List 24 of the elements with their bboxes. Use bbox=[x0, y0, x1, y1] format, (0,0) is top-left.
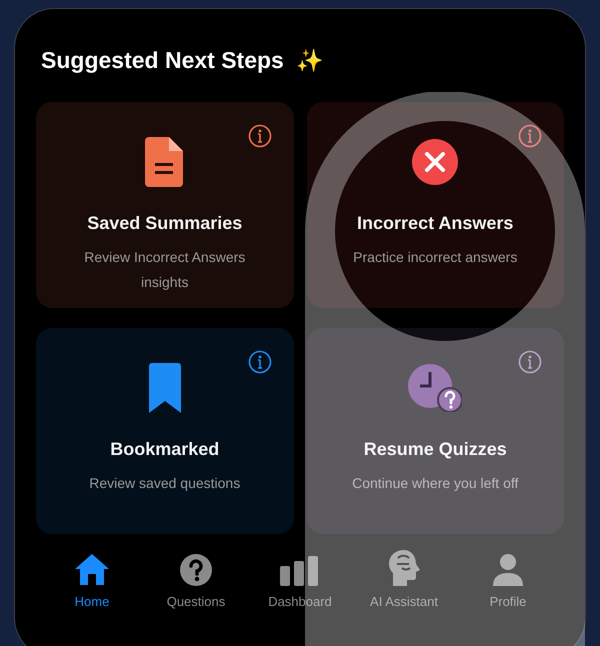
suggestion-card[interactable]: Bookmarked Review saved questions bbox=[36, 328, 294, 534]
tab-bar-item[interactable]: Home bbox=[44, 550, 140, 611]
head-brain-icon bbox=[388, 550, 420, 586]
card-title: Incorrect Answers bbox=[357, 212, 514, 234]
tab-bar-item[interactable]: Profile bbox=[460, 550, 556, 611]
question-circle-icon bbox=[180, 554, 212, 586]
card-subtitle: Practice incorrect answers bbox=[352, 248, 518, 266]
home-icon bbox=[73, 552, 111, 586]
card-title: Bookmarked bbox=[110, 438, 220, 460]
card-title: Resume Quizzes bbox=[364, 438, 507, 460]
bar-chart-icon bbox=[280, 556, 320, 586]
section-title: Suggested Next Steps bbox=[41, 46, 284, 75]
info-icon[interactable] bbox=[518, 124, 542, 148]
card-subtitle: Review saved questions bbox=[88, 474, 242, 493]
info-icon[interactable] bbox=[248, 350, 272, 374]
card-subtitle: Review Incorrect Answers insights bbox=[83, 248, 246, 292]
tab-bar-item[interactable]: Questions bbox=[148, 550, 244, 611]
sparkles-emoji: ✨ bbox=[296, 46, 323, 75]
card-title: Saved Summaries bbox=[87, 212, 242, 234]
card-subtitle: Continue where you left off bbox=[351, 474, 520, 493]
info-icon[interactable] bbox=[248, 124, 272, 148]
suggestion-card[interactable]: Saved Summaries Review Incorrect Answers insights bbox=[36, 102, 294, 308]
person-icon bbox=[493, 554, 523, 586]
suggestion-card[interactable]: Incorrect Answers Practice incorrect answers bbox=[306, 102, 564, 308]
